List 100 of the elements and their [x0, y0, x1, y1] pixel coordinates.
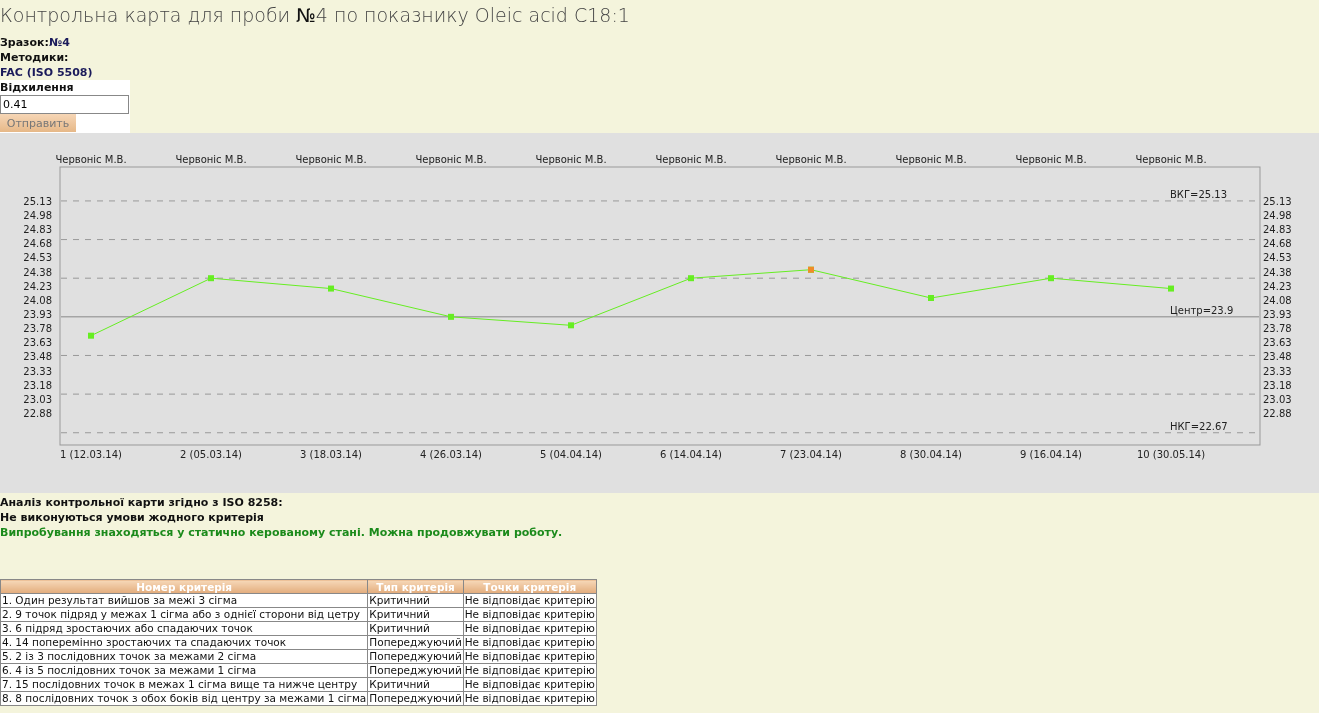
y-axis-label: 24.38: [1263, 266, 1292, 278]
table-cell: Попереджуючий: [367, 691, 464, 706]
y-axis-label: 23.03: [1263, 393, 1292, 405]
y-axis-label: 24.23: [23, 280, 52, 292]
y-axis-label: 24.23: [1263, 280, 1292, 292]
y-axis-label: 24.68: [23, 238, 52, 250]
control-line-label: ВКГ=25.13: [1170, 188, 1228, 200]
y-axis-label: 23.93: [23, 309, 52, 320]
y-axis-label: 23.63: [1263, 337, 1292, 349]
y-axis-label: 23.18: [1263, 379, 1292, 391]
operator-label: Червоніс М.В.: [175, 154, 247, 165]
y-axis-label: 23.78: [1263, 323, 1292, 335]
operator-label: Червоніс М.В.: [295, 154, 367, 165]
operator-label: Червоніс М.В.: [55, 154, 127, 165]
x-axis-label: 6 (14.04.14): [660, 449, 722, 460]
y-axis-label: 24.83: [23, 224, 52, 236]
table-cell: Не відповідає критерію: [463, 635, 597, 650]
table-cell: 6. 4 із 5 послідовних точок за межами 1 сігма: [0, 663, 368, 678]
operator-label: Червоніс М.В.: [895, 154, 967, 165]
y-axis-label: 23.33: [23, 365, 52, 377]
operator-label: Червоніс М.В.: [1135, 154, 1207, 165]
page-title: Контрольна карта для проби №4 по показнику Oleic acid C18:1: [0, 3, 631, 28]
table-cell: 8. 8 послідовних точок з обох боків від центру за межами 1 сігма: [0, 691, 368, 706]
y-axis-label: 23.48: [1263, 351, 1292, 363]
data-point: [1048, 275, 1054, 282]
analysis-heading: Аналіз контрольної карти згідно з ISO 8258:: [0, 495, 284, 510]
table-cell: 1. Один результат вийшов за межі 3 сігма: [0, 593, 368, 608]
operator-label: Червоніс М.В.: [1015, 154, 1087, 165]
deviation-label: Відхилення: [0, 80, 75, 95]
table-cell: Не відповідає критерію: [463, 649, 597, 664]
operator-label: Червоніс М.В.: [535, 154, 607, 165]
y-axis-label: 24.83: [1263, 224, 1292, 236]
x-axis-label: 5 (04.04.14): [540, 449, 602, 460]
x-axis-label: 8 (30.04.14): [900, 449, 962, 460]
data-point: [688, 275, 694, 282]
x-axis-label: 10 (30.05.14): [1136, 449, 1206, 460]
y-axis-label: 24.53: [23, 252, 52, 264]
operator-label: Червоніс М.В.: [775, 154, 847, 165]
y-axis-label: 24.98: [1263, 210, 1292, 222]
data-point: [208, 275, 214, 282]
y-axis-label: 24.98: [23, 210, 52, 222]
table-cell: Не відповідає критерію: [463, 607, 597, 622]
table-cell: 3. 6 підряд зростаючих або спадаючих точок: [0, 621, 368, 636]
table-cell: Не відповідає критерію: [463, 593, 597, 608]
x-axis-label: 2 (05.03.14): [180, 449, 242, 460]
y-axis-label: 23.78: [23, 323, 52, 335]
data-point: [448, 313, 454, 320]
data-point: [88, 332, 94, 339]
column-header: Номер критерія: [0, 579, 368, 594]
column-header: Точки критерія: [463, 579, 597, 594]
y-axis-label: 22.88: [23, 407, 52, 419]
y-axis-label: 23.63: [23, 337, 52, 349]
table-cell: Не відповідає критерію: [463, 691, 597, 706]
y-axis-label: 23.48: [23, 351, 52, 363]
y-axis-label: 25.13: [1263, 195, 1292, 207]
table-cell: Попереджуючий: [367, 663, 464, 678]
table-cell: 4. 14 поперемінно зростаючих та спадаючих точок: [0, 635, 368, 650]
method-text: FAC (ISO 5508): [0, 65, 94, 80]
y-axis-label: 24.08: [23, 294, 52, 306]
table-cell: Критичний: [367, 621, 464, 636]
y-axis-label: 25.13: [23, 195, 52, 207]
table-cell: 5. 2 із 3 послідовних точок за межами 2 сігма: [0, 649, 368, 664]
x-axis-label: 1 (12.03.14): [60, 449, 122, 460]
table-cell: Критичний: [367, 677, 464, 692]
y-axis-label: 23.18: [23, 379, 52, 391]
analysis-conclusion: Випробування знаходяться у статично керованому стані. Можна продовжувати роботу.: [0, 525, 564, 540]
y-axis-label: 24.38: [23, 266, 52, 278]
data-point: [1168, 285, 1174, 292]
table-cell: Критичний: [367, 607, 464, 622]
y-axis-label: 24.08: [1263, 294, 1292, 306]
data-point: [568, 322, 574, 329]
table-cell: 7. 15 послідовних точок в межах 1 сігма вище та нижче центру: [0, 677, 368, 692]
table-cell: 2. 9 точок підряд у межах 1 сігма або з однієї сторони від цетру: [0, 607, 368, 622]
data-point: [928, 295, 934, 301]
methods-label: Методики:: [0, 50, 70, 65]
table-cell: Попереджуючий: [367, 649, 464, 664]
y-axis-label: 22.88: [1263, 407, 1292, 419]
x-axis-label: 7 (23.04.14): [780, 449, 842, 460]
table-cell: Попереджуючий: [367, 635, 464, 650]
y-axis-label: 24.68: [1263, 238, 1292, 250]
y-axis-label: 23.93: [1263, 309, 1292, 320]
operator-label: Червоніс М.В.: [655, 154, 727, 165]
control-line-label: Центр=23.9: [1170, 304, 1234, 316]
sample-text: Зразок:№4: [0, 35, 71, 50]
x-axis-label: 9 (16.04.14): [1020, 449, 1082, 460]
table-cell: Критичний: [367, 593, 464, 608]
y-axis-label: 24.53: [1263, 252, 1292, 264]
deviation-input[interactable]: 0.41: [0, 95, 129, 114]
table-cell: Не відповідає критерію: [463, 677, 597, 692]
x-axis-label: 3 (18.03.14): [300, 449, 362, 460]
operator-label: Червоніс М.В.: [415, 154, 487, 165]
x-axis-label: 4 (26.03.14): [420, 449, 482, 460]
control-line-label: НКГ=22.67: [1170, 420, 1228, 432]
table-cell: Не відповідає критерію: [463, 663, 597, 678]
table-cell: Не відповідає критерію: [463, 621, 597, 636]
column-header: Тип критерія: [367, 579, 464, 594]
y-axis-label: 23.03: [23, 393, 52, 405]
analysis-result: Не виконуються умови жодного критерія: [0, 510, 265, 525]
y-axis-label: 23.33: [1263, 365, 1292, 377]
data-point: [328, 285, 334, 292]
